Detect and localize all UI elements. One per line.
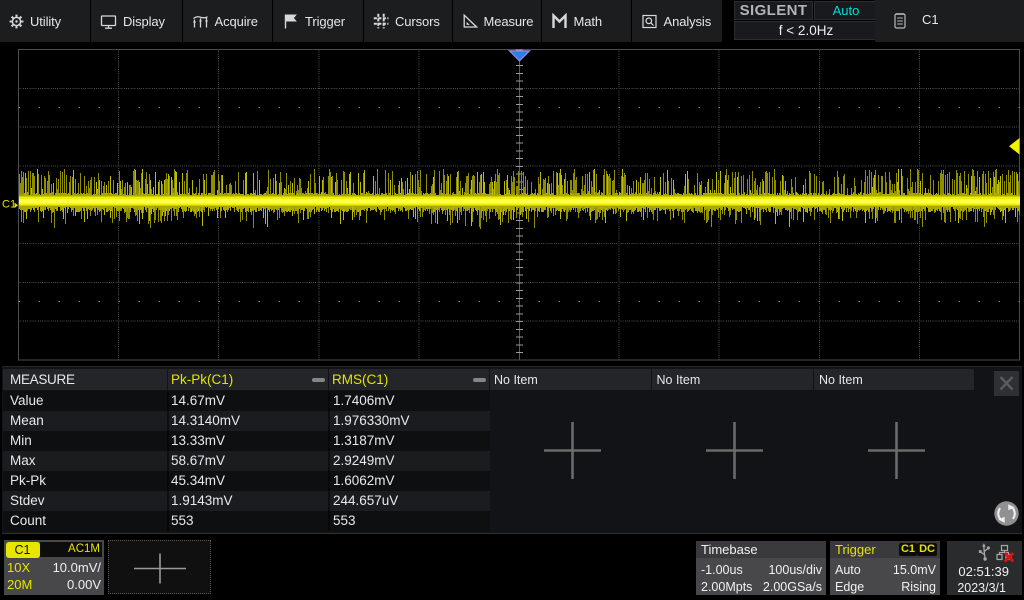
svg-text:C1: C1 xyxy=(2,199,16,211)
